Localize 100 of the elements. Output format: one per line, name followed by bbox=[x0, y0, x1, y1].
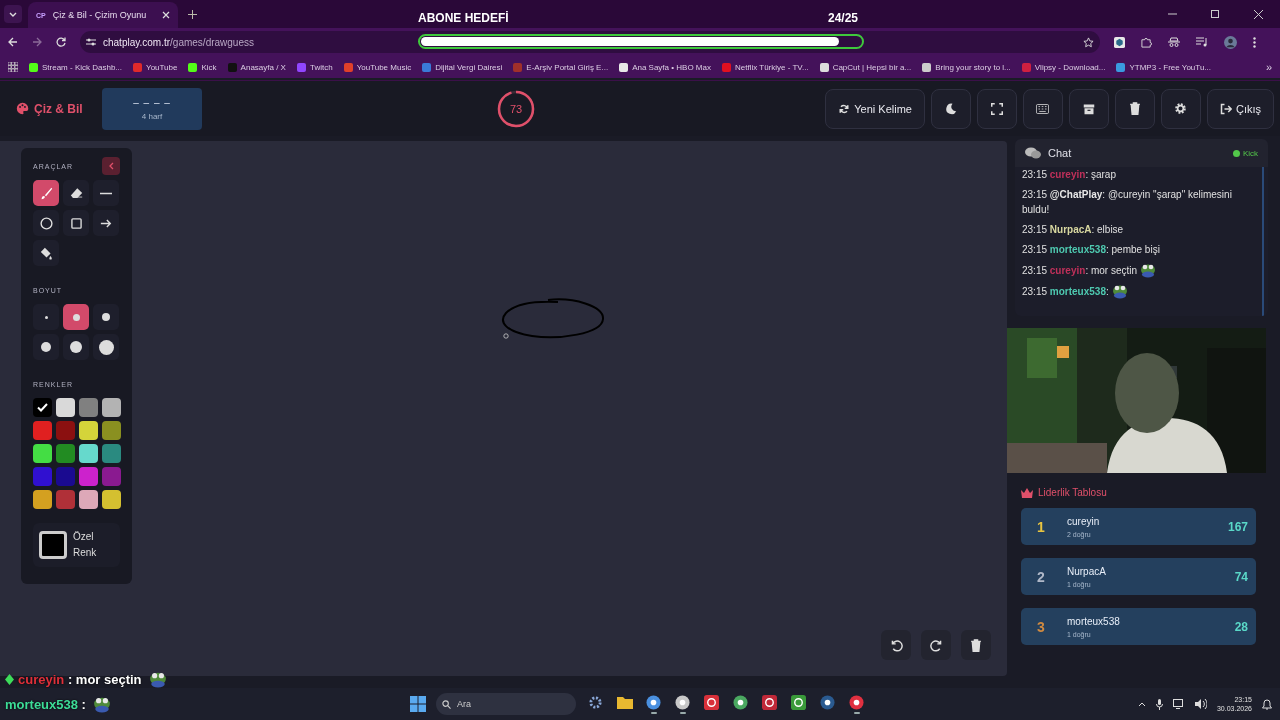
site-info-icon[interactable] bbox=[86, 37, 96, 47]
volume-icon[interactable] bbox=[1194, 699, 1207, 709]
color-swatch[interactable] bbox=[102, 398, 121, 417]
icon-button[interactable] bbox=[930, 88, 971, 129]
settings-icon bbox=[1174, 102, 1188, 115]
reload-icon[interactable] bbox=[56, 37, 66, 47]
color-swatch[interactable] bbox=[102, 467, 121, 486]
icon-button[interactable] bbox=[1160, 88, 1201, 129]
tool-button[interactable] bbox=[33, 210, 59, 236]
color-swatch[interactable] bbox=[56, 398, 75, 417]
forward-icon[interactable] bbox=[32, 37, 42, 47]
bookmark[interactable]: YouTube Music bbox=[343, 62, 412, 72]
color-swatch[interactable] bbox=[79, 467, 98, 486]
keyboard-icon bbox=[1036, 103, 1050, 114]
undo-button[interactable] bbox=[881, 630, 911, 660]
color-swatch[interactable] bbox=[102, 444, 121, 463]
search-field[interactable]: Ara bbox=[436, 693, 576, 715]
rank-number: 2 bbox=[1037, 568, 1046, 585]
custom-color-label: Özel Renk bbox=[73, 530, 98, 560]
timer-ring bbox=[496, 88, 536, 129]
star-icon[interactable] bbox=[1083, 36, 1094, 48]
player-name: morteux538 bbox=[1067, 615, 1121, 627]
app-icon bbox=[849, 694, 864, 710]
color-swatch[interactable] bbox=[56, 490, 75, 509]
icon-button[interactable] bbox=[1068, 88, 1109, 129]
close-icon[interactable] bbox=[162, 11, 170, 19]
player-score: 167 bbox=[1227, 519, 1248, 534]
color-swatch[interactable] bbox=[102, 421, 121, 440]
apps-grid-icon[interactable] bbox=[8, 62, 18, 72]
color-swatch[interactable] bbox=[79, 421, 98, 440]
bookmark[interactable]: Ana Sayfa • HBO Max bbox=[619, 62, 711, 72]
size-button[interactable] bbox=[93, 304, 119, 330]
bookmark[interactable]: Dijital Vergi Dairesi bbox=[422, 62, 503, 72]
new-tab-icon[interactable] bbox=[188, 9, 197, 19]
avatar-icon[interactable] bbox=[1224, 35, 1237, 49]
more-bookmarks-button[interactable]: » bbox=[1265, 61, 1272, 73]
player-score: 28 bbox=[1234, 619, 1248, 634]
microphone-icon[interactable] bbox=[1155, 698, 1163, 710]
size-button[interactable] bbox=[93, 334, 119, 360]
color-swatch[interactable] bbox=[33, 398, 52, 417]
color-swatch[interactable] bbox=[79, 490, 98, 509]
folder-icon bbox=[616, 695, 633, 709]
notification-icon[interactable] bbox=[1262, 698, 1272, 710]
extension-icon[interactable] bbox=[1114, 36, 1125, 48]
color-swatch[interactable] bbox=[33, 467, 52, 486]
tool-button[interactable] bbox=[33, 180, 59, 206]
size-button[interactable] bbox=[63, 334, 89, 360]
color-swatch[interactable] bbox=[33, 490, 52, 509]
bookmark[interactable]: Kick bbox=[188, 62, 217, 72]
tool-button[interactable] bbox=[33, 240, 59, 266]
custom-color-swatch[interactable] bbox=[39, 531, 67, 559]
bookmark[interactable]: CapCut | Hepsi bir a... bbox=[819, 62, 912, 72]
eraser-icon bbox=[69, 187, 83, 199]
rank-number: 1 bbox=[1037, 518, 1046, 535]
fullscreen-icon bbox=[990, 102, 1003, 115]
goal-title: ABONE HEDEFİ bbox=[418, 11, 509, 25]
color-swatch[interactable] bbox=[56, 444, 75, 463]
bookmark[interactable]: Twitch bbox=[296, 62, 333, 72]
color-swatch[interactable] bbox=[33, 421, 52, 440]
diamond-icon bbox=[5, 673, 14, 685]
header-button[interactable]: Çıkış bbox=[1206, 88, 1274, 129]
bookmark[interactable]: Bring your story to l... bbox=[922, 62, 1011, 72]
rank-number: 3 bbox=[1037, 618, 1046, 635]
media-icon[interactable] bbox=[1196, 37, 1208, 47]
app-icon bbox=[733, 694, 748, 710]
tab-list-button[interactable] bbox=[4, 5, 22, 23]
tool-button[interactable] bbox=[93, 210, 119, 236]
bookmark[interactable]: YouTube bbox=[133, 62, 178, 72]
arrow-icon bbox=[100, 217, 112, 229]
logout-icon bbox=[1219, 102, 1232, 115]
icon-button[interactable] bbox=[1022, 88, 1063, 129]
bookmark[interactable]: Vlipsy - Download... bbox=[1021, 62, 1106, 72]
network-icon[interactable] bbox=[1172, 699, 1185, 709]
tool-button[interactable] bbox=[63, 180, 89, 206]
size-button[interactable] bbox=[63, 304, 89, 330]
bookmark[interactable]: YTMP3 - Free YouTu... bbox=[1116, 62, 1211, 72]
color-swatch[interactable] bbox=[56, 421, 75, 440]
bookmark[interactable]: E-Arşiv Portal Giriş E... bbox=[513, 62, 609, 72]
incognito-icon[interactable] bbox=[1168, 37, 1180, 47]
undo-icon bbox=[889, 638, 903, 652]
menu-icon[interactable] bbox=[1253, 36, 1256, 48]
bookmark[interactable]: Netflix Türkiye - TV... bbox=[721, 62, 809, 72]
header-button[interactable]: Yeni Kelime bbox=[825, 88, 925, 129]
back-icon[interactable] bbox=[8, 37, 18, 47]
puzzle-icon[interactable] bbox=[1141, 36, 1152, 48]
icon-button[interactable] bbox=[1114, 88, 1155, 129]
size-button[interactable] bbox=[33, 334, 59, 360]
color-swatch[interactable] bbox=[79, 444, 98, 463]
app-icon bbox=[762, 694, 777, 710]
color-swatch[interactable] bbox=[79, 398, 98, 417]
redo-button[interactable] bbox=[921, 630, 951, 660]
color-swatch[interactable] bbox=[33, 444, 52, 463]
color-swatch[interactable] bbox=[56, 467, 75, 486]
color-swatch[interactable] bbox=[102, 490, 121, 509]
bookmark[interactable]: Stream - Kick Dashb... bbox=[29, 62, 123, 72]
chevron-up-icon[interactable] bbox=[1137, 701, 1146, 707]
windows-icon[interactable] bbox=[410, 696, 426, 712]
clear-button[interactable] bbox=[961, 630, 991, 660]
bookmark[interactable]: Anasayfa / X bbox=[227, 62, 286, 72]
tool-button[interactable] bbox=[63, 210, 89, 236]
